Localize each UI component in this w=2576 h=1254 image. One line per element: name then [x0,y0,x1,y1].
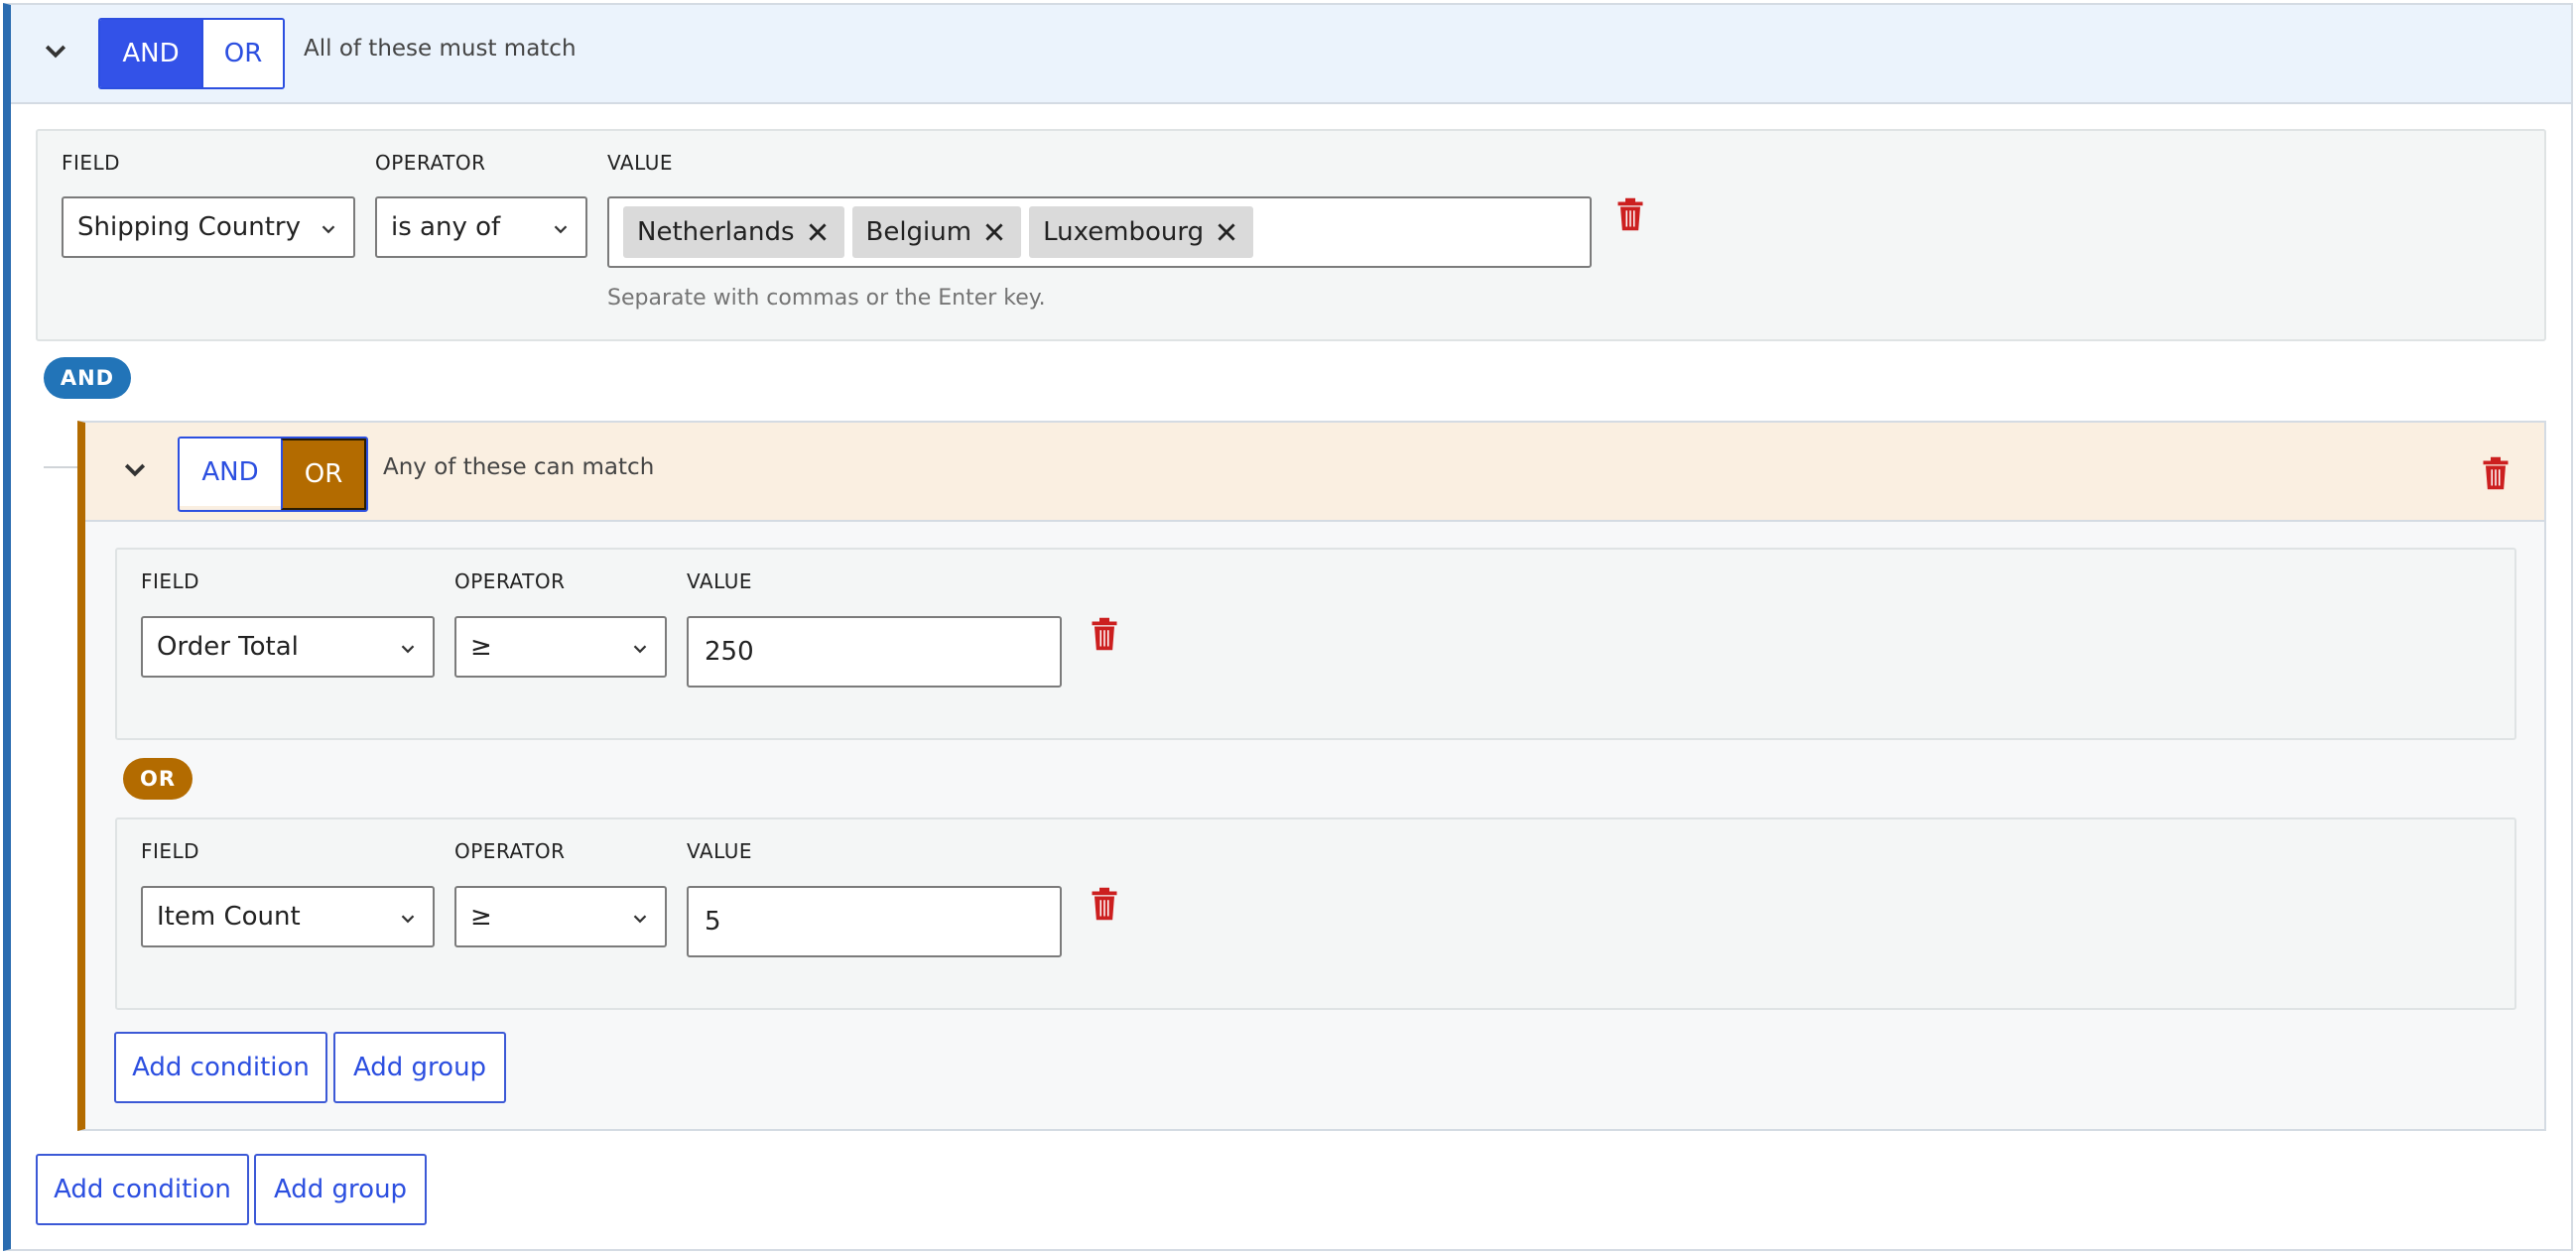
value-label: VALUE [687,569,753,593]
field-select-value: Item Count [157,902,301,932]
field-label: FIELD [141,569,200,593]
root-collapse-button[interactable] [34,30,77,73]
nested-and-button[interactable]: AND [180,439,281,506]
field-select[interactable]: Shipping Country [62,196,355,258]
field-select-value: Shipping Country [77,212,301,242]
trash-icon[interactable] [1090,616,1119,652]
chevron-down-icon [401,915,415,924]
operator-select[interactable]: ≥ [454,886,667,947]
root-logic-toggle: AND OR [98,18,285,89]
tag-input-hint: Separate with commas or the Enter key. [607,286,1046,311]
operator-select-value: is any of [391,212,501,242]
operator-select-value: ≥ [470,632,492,662]
tag-chip: Luxembourg [1029,206,1254,258]
root-and-button[interactable]: AND [100,20,201,87]
tag-chip-label: Belgium [865,217,972,247]
chevron-down-icon [633,645,647,654]
root-add-group-button[interactable]: Add group [254,1154,427,1225]
root-add-condition-button[interactable]: Add condition [36,1154,249,1225]
trash-icon[interactable] [2481,455,2511,491]
operator-select[interactable]: ≥ [454,616,667,678]
nested-group [77,421,2546,1131]
operator-select[interactable]: is any of [375,196,587,258]
root-or-button[interactable]: OR [201,20,283,87]
value-input[interactable]: 5 [687,886,1062,957]
tag-chip-label: Netherlands [637,217,795,247]
close-icon[interactable] [1214,219,1239,245]
chevron-down-icon [124,463,146,477]
close-icon[interactable] [805,219,831,245]
value-input[interactable]: 250 [687,616,1062,688]
chevron-down-icon [322,225,335,234]
nested-logic-toggle: AND OR [178,437,368,512]
root-group-description: All of these must match [304,36,577,62]
tag-chip: Belgium [851,206,1022,258]
close-icon[interactable] [981,219,1007,245]
value-label: VALUE [607,151,674,175]
nested-or-button[interactable]: OR [281,439,366,510]
operator-label: OPERATOR [454,569,566,593]
chevron-down-icon [401,645,415,654]
nested-add-condition-button[interactable]: Add condition [114,1032,327,1103]
or-connector-badge: OR [123,758,193,800]
field-select[interactable]: Item Count [141,886,435,947]
nested-add-group-button[interactable]: Add group [333,1032,506,1103]
tag-chip: Netherlands [623,206,844,258]
operator-label: OPERATOR [375,151,486,175]
group-connector-line [44,466,79,468]
chevron-down-icon [45,45,66,59]
nested-group-description: Any of these can match [383,454,655,480]
operator-label: OPERATOR [454,839,566,863]
field-label: FIELD [62,151,121,175]
trash-icon[interactable] [1090,886,1119,922]
nested-collapse-button[interactable] [113,448,157,492]
chevron-down-icon [554,225,568,234]
field-select-value: Order Total [157,632,299,662]
trash-icon[interactable] [1615,196,1645,232]
and-connector-badge: AND [44,357,131,399]
chevron-down-icon [633,915,647,924]
operator-select-value: ≥ [470,902,492,932]
tag-chip-label: Luxembourg [1043,217,1205,247]
tag-input[interactable]: Netherlands Belgium Luxembourg [607,196,1592,268]
field-select[interactable]: Order Total [141,616,435,678]
value-label: VALUE [687,839,753,863]
field-label: FIELD [141,839,200,863]
